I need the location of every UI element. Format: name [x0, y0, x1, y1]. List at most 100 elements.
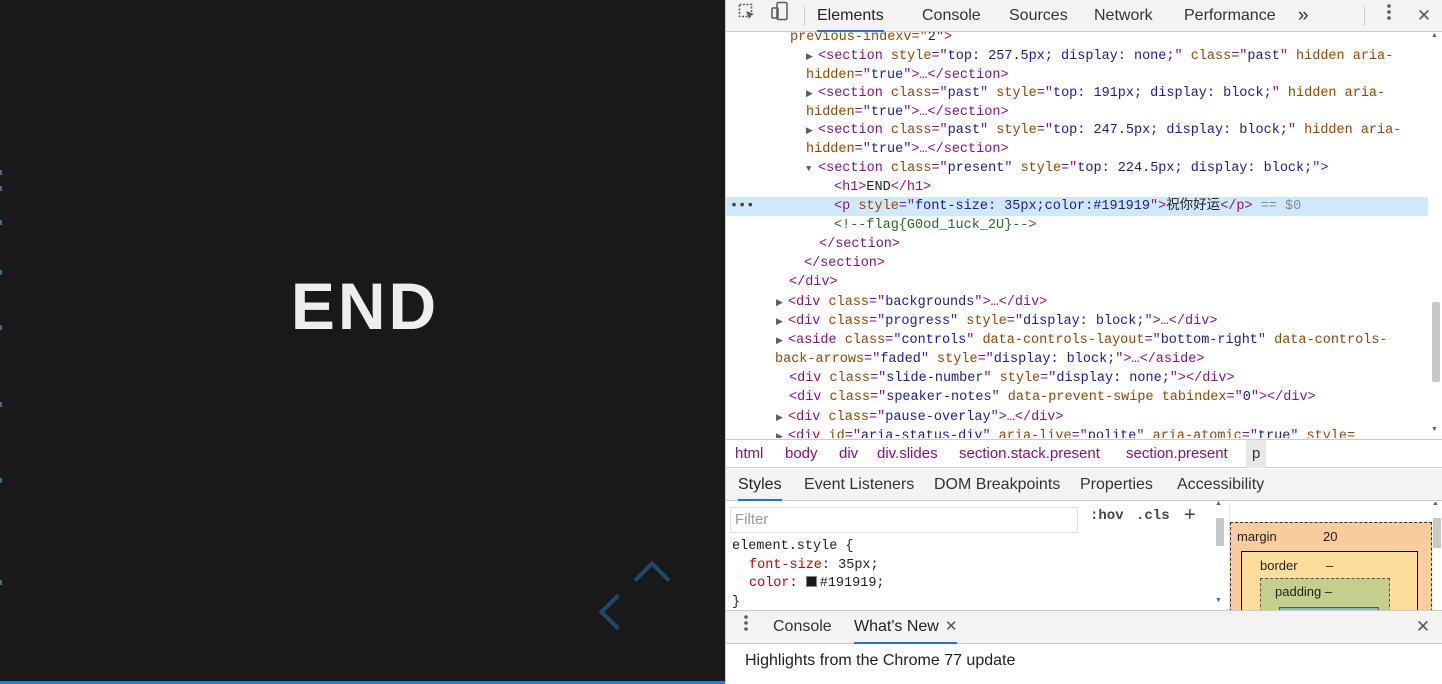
tab-accessibility[interactable]: Accessibility: [1177, 469, 1264, 501]
tab-performance[interactable]: Performance: [1184, 0, 1276, 32]
tab-console[interactable]: Console: [922, 0, 981, 32]
expand-triangle-icon[interactable]: ▶: [806, 48, 818, 67]
dom-line[interactable]: </section>: [726, 235, 1428, 254]
inspect-element-icon[interactable]: [733, 0, 761, 32]
box-model-scrollbar[interactable]: ▲: [1431, 502, 1442, 610]
breadcrumb-p[interactable]: p: [1246, 440, 1267, 468]
box-model-padding[interactable]: padding –: [1260, 578, 1390, 610]
expand-triangle-icon[interactable]: ▶: [776, 428, 788, 438]
expand-triangle-icon[interactable]: ▶: [776, 409, 788, 428]
dom-line[interactable]: hidden="true">…</section>: [726, 66, 1428, 85]
styles-scrollbar[interactable]: ▲ ▼: [1214, 500, 1226, 608]
class-toggle[interactable]: .cls: [1136, 508, 1170, 524]
border-value[interactable]: –: [1326, 558, 1333, 573]
expand-triangle-icon[interactable]: ▶: [806, 85, 818, 104]
margin-value[interactable]: 20: [1323, 529, 1337, 544]
dom-line[interactable]: previous-indexv="2">: [726, 32, 1428, 47]
new-style-rule-icon[interactable]: +: [1184, 504, 1196, 527]
toolbar-separator: [804, 6, 805, 26]
border-label: border: [1260, 558, 1298, 573]
nav-up-arrow-icon[interactable]: [633, 560, 671, 598]
scroll-up-arrow-icon[interactable]: ▲: [1432, 502, 1439, 507]
box-model-diagram: margin 20 border – padding – ▲: [1229, 502, 1442, 610]
tab-network[interactable]: Network: [1094, 0, 1153, 32]
dom-line[interactable]: ▼ <section class="present" style="top: 22…: [726, 159, 1428, 178]
dom-line[interactable]: ▶ <div class="progress" style="display: b…: [726, 312, 1428, 331]
sidebar-tabs: Styles Event Listeners DOM Breakpoints P…: [726, 469, 1442, 501]
dom-line[interactable]: ▶ <section class="past" style="top: 191px…: [726, 84, 1428, 103]
more-tabs-chevron-icon[interactable]: »: [1298, 0, 1309, 32]
close-devtools-icon[interactable]: ✕: [1410, 0, 1438, 32]
rule-selector: element.style {: [732, 539, 854, 554]
tab-event-listeners[interactable]: Event Listeners: [804, 469, 914, 501]
dom-line[interactable]: back-arrows="faded" style="display: bloc…: [726, 350, 1428, 369]
dom-line[interactable]: ▶ <section style="top: 257.5px; display: …: [726, 47, 1428, 66]
color-swatch-icon[interactable]: [805, 576, 817, 587]
breadcrumb-html[interactable]: html: [735, 440, 763, 468]
expand-triangle-icon[interactable]: ▶: [776, 332, 788, 351]
dom-line[interactable]: <!--flag{G0od_1uck_2U}-->: [726, 216, 1428, 235]
toolbar-separator: [1364, 6, 1365, 26]
scroll-down-arrow-icon[interactable]: ▼: [1215, 597, 1222, 604]
scroll-up-arrow-icon[interactable]: ▲: [1431, 32, 1438, 39]
drawer-tab-console[interactable]: Console: [773, 611, 832, 644]
edge-mark: [0, 478, 2, 483]
dom-line[interactable]: ▶ <div class="backgrounds">…</div>: [726, 293, 1428, 312]
box-model-scroll-thumb[interactable]: [1433, 518, 1441, 548]
scroll-down-arrow-icon[interactable]: ▼: [1431, 426, 1438, 433]
kebab-menu-icon[interactable]: [1375, 0, 1403, 32]
breadcrumb-body[interactable]: body: [785, 440, 818, 468]
tab-dom-breakpoints[interactable]: DOM Breakpoints: [934, 469, 1060, 501]
dom-line[interactable]: ▶ <aside class="controls" data-controls-l…: [726, 331, 1428, 350]
dom-line[interactable]: <div class="slide-number" style="display…: [726, 369, 1428, 388]
box-model-border[interactable]: border – padding –: [1241, 551, 1418, 610]
expand-triangle-icon[interactable]: ▶: [776, 313, 788, 332]
edge-mark: [0, 580, 2, 585]
dom-line[interactable]: ▶ <section class="past" style="top: 247.5…: [726, 121, 1428, 140]
slide-hidden-text: 祝你好运: [292, 369, 433, 408]
breadcrumb-section-stack-present[interactable]: section.stack.present: [959, 440, 1100, 468]
dom-line[interactable]: hidden="true">…</section>: [726, 140, 1428, 159]
rule-property[interactable]: color: #191919;: [732, 575, 885, 594]
device-toolbar-icon[interactable]: [766, 0, 794, 32]
dom-line[interactable]: </div>: [726, 273, 1428, 292]
box-model-margin[interactable]: margin 20 border – padding –: [1230, 522, 1432, 610]
close-tab-icon[interactable]: ✕: [945, 618, 958, 635]
more-actions-dots-icon[interactable]: •••: [730, 197, 754, 216]
close-drawer-icon[interactable]: ✕: [1409, 611, 1437, 643]
dom-line[interactable]: ▶ <div class="pause-overlay">…</div>: [726, 408, 1428, 427]
devtools-panel: Elements Console Sources Network Perform…: [725, 0, 1442, 684]
scroll-up-arrow-icon[interactable]: ▲: [1215, 500, 1222, 507]
drawer-menu-icon[interactable]: [732, 611, 760, 643]
drawer-tab-whats-new[interactable]: What's New ✕: [854, 611, 958, 644]
styles-scroll-thumb[interactable]: [1216, 518, 1224, 546]
expand-triangle-icon[interactable]: ▶: [806, 122, 818, 141]
dom-line[interactable]: <h1>END</h1>: [726, 178, 1428, 197]
dom-line[interactable]: <div class="speaker-notes" data-prevent-…: [726, 388, 1428, 407]
tab-elements[interactable]: Elements: [817, 0, 884, 32]
dom-line[interactable]: </section>: [726, 254, 1428, 273]
dom-tree-scrollbar[interactable]: ▲ ▼: [1430, 32, 1440, 438]
collapse-triangle-icon[interactable]: ▼: [806, 160, 818, 179]
slide-viewport: END 祝你好运: [0, 0, 725, 684]
expand-triangle-icon[interactable]: ▶: [776, 294, 788, 313]
breadcrumb-section-present[interactable]: section.present: [1126, 440, 1228, 468]
nav-left-arrow-icon[interactable]: [598, 593, 636, 631]
elements-dom-tree[interactable]: previous-indexv="2"> ▶ <section style="to…: [726, 32, 1442, 438]
tab-properties[interactable]: Properties: [1080, 469, 1153, 501]
dom-line-selected[interactable]: ••• <p style="font-size: 35px;color:#1919…: [726, 197, 1428, 216]
padding-label: padding –: [1275, 584, 1333, 599]
hover-state-toggle[interactable]: :hov: [1090, 508, 1124, 524]
tab-sources[interactable]: Sources: [1009, 0, 1068, 32]
breadcrumb-div-slides[interactable]: div.slides: [877, 440, 938, 468]
drawer-content: Highlights from the Chrome 77 update: [726, 645, 1442, 684]
tab-styles[interactable]: Styles: [738, 469, 782, 501]
breadcrumb-div[interactable]: div: [839, 440, 858, 468]
dom-line[interactable]: ▶ <div id="aria-status-div" aria-live="po…: [726, 427, 1428, 438]
rule-property[interactable]: font-size: 35px;: [732, 557, 885, 576]
dom-line[interactable]: hidden="true">…</section>: [726, 103, 1428, 122]
styles-filter-input[interactable]: Filter: [730, 507, 1078, 533]
breadcrumb: html body div div.slides section.stack.p…: [726, 439, 1442, 468]
dom-tree-scroll-thumb[interactable]: [1432, 302, 1440, 382]
styles-pane: Filter :hov .cls + element.style { font-s…: [726, 502, 1226, 610]
